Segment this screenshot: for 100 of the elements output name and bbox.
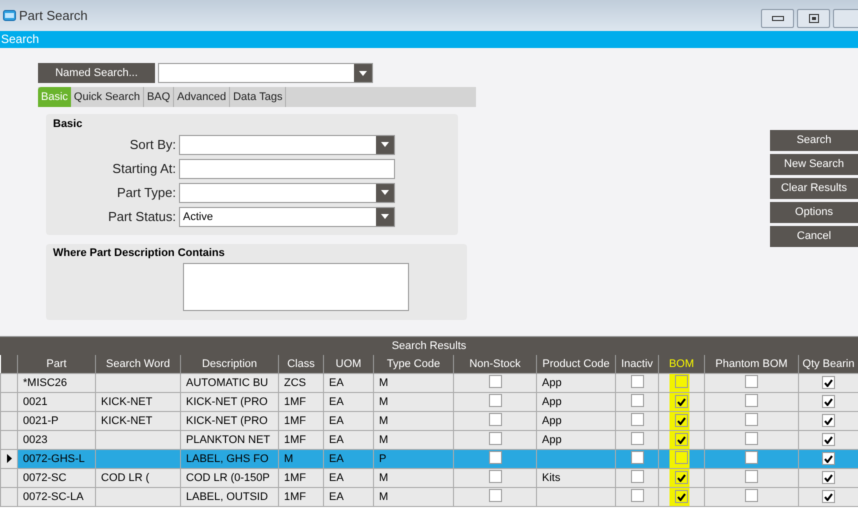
table-cell: 1MF — [284, 472, 306, 484]
table-cell: M — [379, 434, 388, 446]
table-cell: 1MF — [284, 396, 306, 408]
checkbox[interactable] — [822, 433, 835, 446]
table-cell: EA — [329, 434, 344, 446]
checkbox[interactable] — [822, 376, 835, 390]
input-field[interactable] — [179, 158, 395, 178]
tab[interactable]: Data Tags — [230, 87, 286, 107]
table-cell: App — [542, 414, 562, 427]
table-cell: 1MF — [284, 490, 306, 503]
table-row[interactable]: 0023 PLANKTON NET 1MF EA M App — [0, 430, 858, 450]
checkbox[interactable] — [822, 471, 835, 484]
window-icon — [3, 10, 16, 21]
maximize-button[interactable] — [797, 9, 830, 28]
input-field[interactable] — [179, 182, 395, 202]
checkbox[interactable] — [822, 395, 835, 408]
minimize-button[interactable] — [761, 9, 794, 28]
table-row[interactable]: 0021-P KICK-NET KICK-NET (PRO 1MF EA M App — [0, 412, 858, 430]
action-button[interactable]: Clear Results — [770, 178, 858, 199]
tab[interactable]: Quick Search — [70, 87, 144, 107]
table-cell: EA — [329, 396, 344, 408]
field-label: Sort By: — [128, 136, 177, 154]
checkbox[interactable] — [488, 489, 502, 502]
named-search-field[interactable] — [158, 63, 373, 83]
checkbox[interactable] — [745, 489, 758, 502]
table-cell: M — [379, 396, 388, 408]
table-cell: 1MF — [284, 434, 306, 446]
checkbox[interactable] — [745, 451, 758, 464]
table-cell: KICK-NET (PRO — [186, 396, 268, 408]
checkbox[interactable] — [630, 394, 644, 407]
checkbox[interactable] — [630, 413, 644, 426]
table-cell: M — [284, 452, 294, 465]
caret-icon — [381, 214, 389, 219]
table-cell: LABEL, OUTSID — [186, 490, 268, 503]
named-search-button[interactable]: Named Search... — [38, 63, 155, 83]
table-cell: EA — [329, 376, 344, 389]
checkbox[interactable] — [488, 413, 502, 426]
table-cell: KICK-NET — [101, 414, 152, 427]
dropdown-button[interactable] — [376, 136, 394, 154]
checkbox[interactable] — [745, 375, 758, 388]
table-cell: 0072-SC — [23, 472, 66, 484]
table-row[interactable]: 0072-GHS-L LABEL, GHS FO M EA P — [0, 450, 858, 468]
checkbox[interactable] — [822, 452, 835, 466]
action-button[interactable]: Cancel — [770, 226, 858, 247]
checkbox[interactable] — [630, 470, 644, 483]
checkbox[interactable] — [745, 432, 758, 445]
checkbox[interactable] — [488, 470, 502, 483]
checkbox[interactable] — [675, 471, 688, 484]
field-label: Part Type: — [116, 184, 177, 202]
table-cell: 1MF — [284, 414, 306, 427]
checkbox[interactable] — [675, 490, 688, 504]
description-field[interactable] — [183, 263, 409, 311]
table-cell: App — [542, 376, 562, 389]
checkbox[interactable] — [822, 414, 835, 428]
table-cell: PLANKTON NET — [186, 434, 270, 446]
group-title: Basic — [52, 117, 84, 132]
action-button[interactable]: New Search — [770, 154, 858, 175]
table-row[interactable]: 0072-SC-LA LABEL, OUTSID 1MF EA M — [0, 488, 858, 506]
dropdown-button[interactable] — [376, 184, 394, 202]
close-button[interactable] — [833, 9, 858, 28]
caret-icon — [381, 142, 389, 147]
checkbox[interactable] — [630, 375, 644, 388]
checkbox[interactable] — [675, 451, 688, 464]
dropdown-button[interactable] — [354, 64, 372, 82]
checkbox[interactable] — [488, 375, 502, 388]
action-button[interactable]: Options — [770, 202, 858, 223]
checkbox[interactable] — [675, 375, 688, 388]
table-row[interactable]: *MISC26 AUTOMATIC BU ZCS EA M App — [0, 374, 858, 392]
table-cell: 0021-P — [23, 414, 58, 427]
checkbox[interactable] — [488, 432, 502, 445]
checkbox[interactable] — [745, 394, 758, 407]
checkbox[interactable] — [630, 451, 644, 464]
tab[interactable]: Advanced — [174, 87, 230, 107]
checkbox[interactable] — [745, 470, 758, 483]
checkbox[interactable] — [675, 433, 688, 446]
table-cell: AUTOMATIC BU — [186, 376, 268, 389]
checkbox[interactable] — [822, 490, 835, 504]
table-cell: App — [542, 396, 562, 408]
checkbox[interactable] — [630, 489, 644, 502]
checkbox[interactable] — [675, 414, 688, 428]
table-row[interactable]: 0021 KICK-NET KICK-NET (PRO 1MF EA M App — [0, 392, 858, 412]
row-pointer-icon — [6, 454, 12, 464]
table-cell: M — [379, 472, 388, 484]
table-cell: KICK-NET — [101, 396, 152, 408]
checkbox[interactable] — [488, 451, 502, 464]
checkbox[interactable] — [630, 432, 644, 445]
input-field[interactable]: Active — [179, 206, 395, 226]
caret-icon — [359, 70, 367, 76]
checkbox[interactable] — [488, 394, 502, 407]
dropdown-button[interactable] — [376, 208, 394, 226]
checkbox[interactable] — [675, 395, 688, 408]
table-cell: 0023 — [23, 434, 48, 446]
checkbox[interactable] — [745, 413, 758, 426]
table-cell: 0072-SC-LA — [23, 490, 84, 503]
table-cell: *MISC26 — [23, 376, 68, 389]
table-cell: M — [379, 376, 388, 389]
action-button[interactable]: Search — [770, 130, 858, 151]
input-field[interactable] — [179, 134, 395, 154]
table-row[interactable]: 0072-SC COD LR ( COD LR (0-150P 1MF EA M Kits — [0, 468, 858, 488]
tab[interactable]: BAQ — [144, 87, 174, 107]
